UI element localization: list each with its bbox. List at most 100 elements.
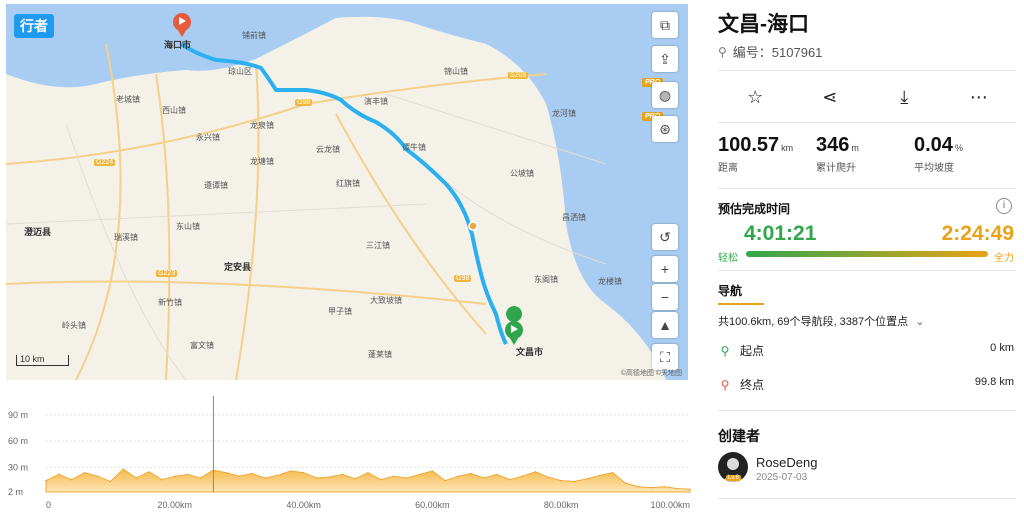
elevation-point [457, 475, 459, 477]
map-label-dongshan: 东山镇 [176, 222, 200, 231]
end-pin-icon: ⚲ [720, 378, 730, 392]
elevation-point [238, 475, 240, 477]
elevation-chart[interactable]: 90 m 60 m 30 m 2 m 0 20.00km 40.00km 60.00km 80.… [6, 386, 696, 511]
reset-view-button[interactable]: ↺ [652, 224, 678, 250]
elevation-point [393, 475, 395, 477]
y-tick-label: 90 m [8, 410, 28, 420]
estimate-title: 预估完成时间 [718, 202, 791, 216]
map-label-wenchang: 文昌市 [516, 347, 544, 357]
map-label-qiongshan: 琼山区 [228, 67, 252, 76]
elevation-point [135, 477, 137, 479]
elevation-point [431, 470, 433, 472]
export-icon: ⇪ [659, 50, 671, 67]
map-label-longhe: 龙河镇 [552, 109, 576, 118]
distance-value: 100.57 [718, 134, 780, 156]
elevation-point [187, 473, 189, 476]
download-icon[interactable]: ⤓ [884, 87, 924, 108]
x-tick-label: 40.00km [286, 500, 321, 510]
elevation-point [199, 477, 202, 479]
map-canvas[interactable] [6, 4, 688, 380]
x-tick-label: 0 [46, 500, 51, 510]
full-label: 全力 [994, 253, 1014, 264]
start-point-row[interactable]: ⚲ 起点 0 km [718, 342, 1016, 359]
map-label-changsa: 昌洒镇 [562, 213, 586, 222]
map-label-puqian: 铺前镇 [242, 31, 266, 40]
elevation-point [547, 476, 549, 478]
satellite-button[interactable]: ⊛ [652, 116, 678, 142]
elevation-point [45, 479, 47, 482]
elevation-point [521, 475, 524, 477]
elevation-point [444, 479, 446, 482]
divider [718, 70, 1016, 71]
route-map[interactable]: 行者 海口市 文昌市 澄迈县 定安县 琼山区 演丰镇 谭牛镇 锦山镇 铺前镇 老… [6, 4, 688, 380]
zoom-out-icon: − [660, 289, 670, 305]
x-tick-label: 20.00km [158, 500, 193, 510]
divider [718, 498, 1016, 499]
end-value: 99.8 km [974, 376, 1014, 388]
distance-label: 距离 [718, 163, 738, 174]
elevation-point [109, 480, 111, 483]
y-tick-label: 30 m [8, 462, 28, 472]
elevation-point [380, 479, 382, 481]
map-label-tanniu: 谭牛镇 [402, 143, 426, 152]
grade-unit: % [954, 143, 963, 153]
climb-value: 346 [816, 134, 850, 156]
divider [718, 410, 1016, 411]
route-code: ⚲ 编号：5107961 [718, 42, 822, 61]
bicycle-icon: ⚲ [718, 44, 727, 59]
zoom-out-button[interactable]: − [652, 284, 678, 310]
map-label-yongxing: 永兴镇 [196, 133, 220, 142]
elevation-point [470, 472, 472, 475]
map-label-longlou: 龙楼镇 [598, 277, 622, 286]
map-label-lingyuan: 岭头镇 [62, 321, 86, 330]
zoom-in-icon: + [660, 261, 670, 277]
layers-button[interactable]: ◍ [652, 82, 678, 108]
grade-label: 平均坡度 [914, 163, 954, 174]
map-label-juntan: 遵谭镇 [204, 181, 228, 190]
elevation-point [625, 482, 627, 484]
creator-title: 创建者 [718, 428, 760, 444]
cursor-dot [468, 221, 478, 231]
elevation-point [354, 478, 356, 480]
elevation-point [637, 486, 640, 488]
copy-icon: ⧉ [660, 16, 670, 33]
star-icon[interactable]: ☆ [735, 87, 775, 108]
elevation-point [509, 479, 511, 481]
zoom-in-button[interactable]: + [652, 256, 678, 282]
map-label-yunlong: 云龙镇 [316, 145, 340, 154]
more-icon[interactable]: ⋯ [959, 87, 999, 108]
route-title: 文昌-海口 [718, 13, 809, 36]
map-label-jiazi: 甲子镇 [328, 307, 352, 316]
elevation-point [174, 475, 176, 477]
elevation-point [612, 472, 614, 474]
map-label-daling: 大致坡镇 [370, 296, 402, 305]
reset-view-icon: ↺ [659, 228, 671, 245]
elevation-svg[interactable]: 90 m 60 m 30 m 2 m 0 20.00km 40.00km 60.00km 80.… [6, 386, 696, 511]
grade-value: 0.04 [914, 134, 953, 156]
x-tick-label: 100.00km [650, 500, 690, 510]
nav-title: 导航 [718, 284, 743, 298]
elevation-point [663, 486, 665, 488]
creator-date: 2025-07-03 [756, 472, 808, 483]
export-button[interactable]: ⇪ [652, 46, 678, 72]
share-icon[interactable]: ⋖ [810, 87, 850, 108]
nav-summary[interactable]: 共100.6km, 69个导航段, 3387个位置点 ⌄ [718, 313, 1016, 329]
end-point-row[interactable]: ⚲ 终点 99.8 km [718, 376, 1016, 393]
creator-name[interactable]: RoseDeng [756, 455, 817, 470]
info-icon[interactable]: i [996, 198, 1012, 214]
road-tag-s206: S206 [508, 72, 529, 79]
copy-route-button[interactable]: ⧉ [652, 12, 678, 38]
compass-button[interactable]: ▲ [652, 312, 678, 338]
divider [718, 188, 1016, 189]
start-pin-icon: ⚲ [720, 344, 730, 358]
x-tick-label: 60.00km [415, 500, 450, 510]
elevation-point [58, 473, 60, 476]
end-label: 终点 [740, 378, 765, 392]
map-copyright: ©高德地图 ©天地图 [620, 370, 682, 377]
fullscreen-button[interactable]: ⛶ [652, 344, 678, 370]
distance-unit: km [781, 143, 794, 153]
divider [718, 122, 1016, 123]
elevation-point [84, 472, 86, 474]
pace-gradient-bar [746, 251, 988, 257]
road-tag-g98-north: G98 [295, 99, 313, 106]
